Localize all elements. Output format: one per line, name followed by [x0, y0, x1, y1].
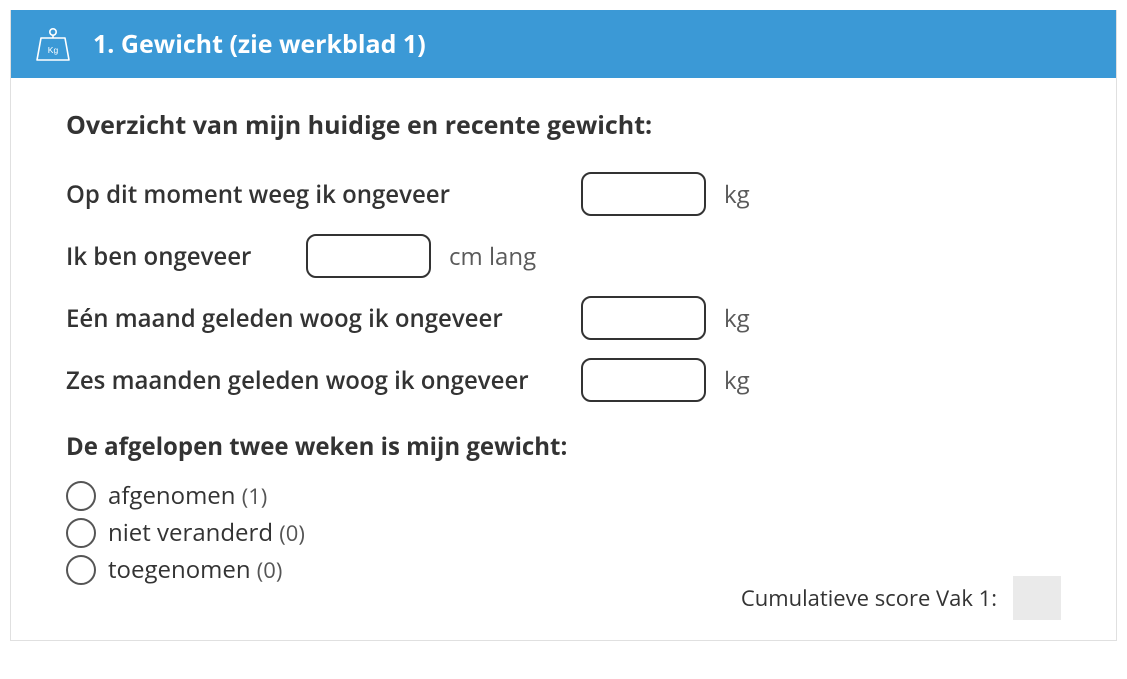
label-height: Ik ben ongeveer — [66, 240, 306, 273]
label-six-months: Zes maanden geleden woog ik ongeveer — [66, 364, 581, 397]
radio-afgenomen[interactable] — [66, 481, 96, 511]
radio-list: afgenomen (1) niet veranderd (0) toegeno… — [66, 479, 1061, 586]
input-current-weight[interactable] — [581, 172, 706, 216]
row-height: Ik ben ongeveer cm lang — [66, 234, 1061, 278]
row-current-weight: Op dit moment weeg ik ongeveer kg — [66, 172, 1061, 216]
section-title: 1. Gewicht (zie werkblad 1) — [93, 27, 426, 61]
weight-kg-icon: Kg — [33, 24, 73, 64]
unit-six-months: kg — [724, 364, 750, 397]
radio-label: niet veranderd — [108, 516, 273, 549]
row-six-months: Zes maanden geleden woog ik ongeveer kg — [66, 358, 1061, 402]
unit-current-weight: kg — [724, 178, 750, 211]
section-header: Kg 1. Gewicht (zie werkblad 1) — [11, 10, 1116, 78]
radio-toegenomen[interactable] — [66, 555, 96, 585]
unit-height: cm lang — [449, 240, 536, 273]
radio-item-afgenomen: afgenomen (1) — [66, 479, 1061, 512]
cumulative-score-label: Cumulatieve score Vak 1: — [741, 583, 997, 613]
cumulative-score-box — [1013, 576, 1061, 620]
radio-label: afgenomen — [108, 479, 236, 512]
input-one-month[interactable] — [581, 296, 706, 340]
row-one-month: Eén maand geleden woog ik ongeveer kg — [66, 296, 1061, 340]
input-height[interactable] — [306, 234, 431, 278]
radio-item-niet-veranderd: niet veranderd (0) — [66, 516, 1061, 549]
section-body: Overzicht van mijn huidige en recente ge… — [11, 78, 1116, 640]
radio-score: (0) — [279, 518, 305, 548]
input-six-months[interactable] — [581, 358, 706, 402]
radio-niet-veranderd[interactable] — [66, 518, 96, 548]
label-current-weight: Op dit moment weeg ik ongeveer — [66, 178, 581, 211]
radio-score: (0) — [257, 555, 283, 585]
radio-item-toegenomen: toegenomen (0) — [66, 553, 1061, 586]
section-panel: Kg 1. Gewicht (zie werkblad 1) Overzicht… — [10, 10, 1117, 641]
svg-text:Kg: Kg — [48, 45, 59, 55]
unit-one-month: kg — [724, 302, 750, 335]
radio-label: toegenomen — [108, 553, 251, 586]
label-one-month: Eén maand geleden woog ik ongeveer — [66, 302, 581, 335]
radio-score: (1) — [242, 481, 268, 511]
intro-text: Overzicht van mijn huidige en recente ge… — [66, 108, 1061, 142]
sub-question: De afgelopen twee weken is mijn gewicht: — [66, 430, 1061, 463]
